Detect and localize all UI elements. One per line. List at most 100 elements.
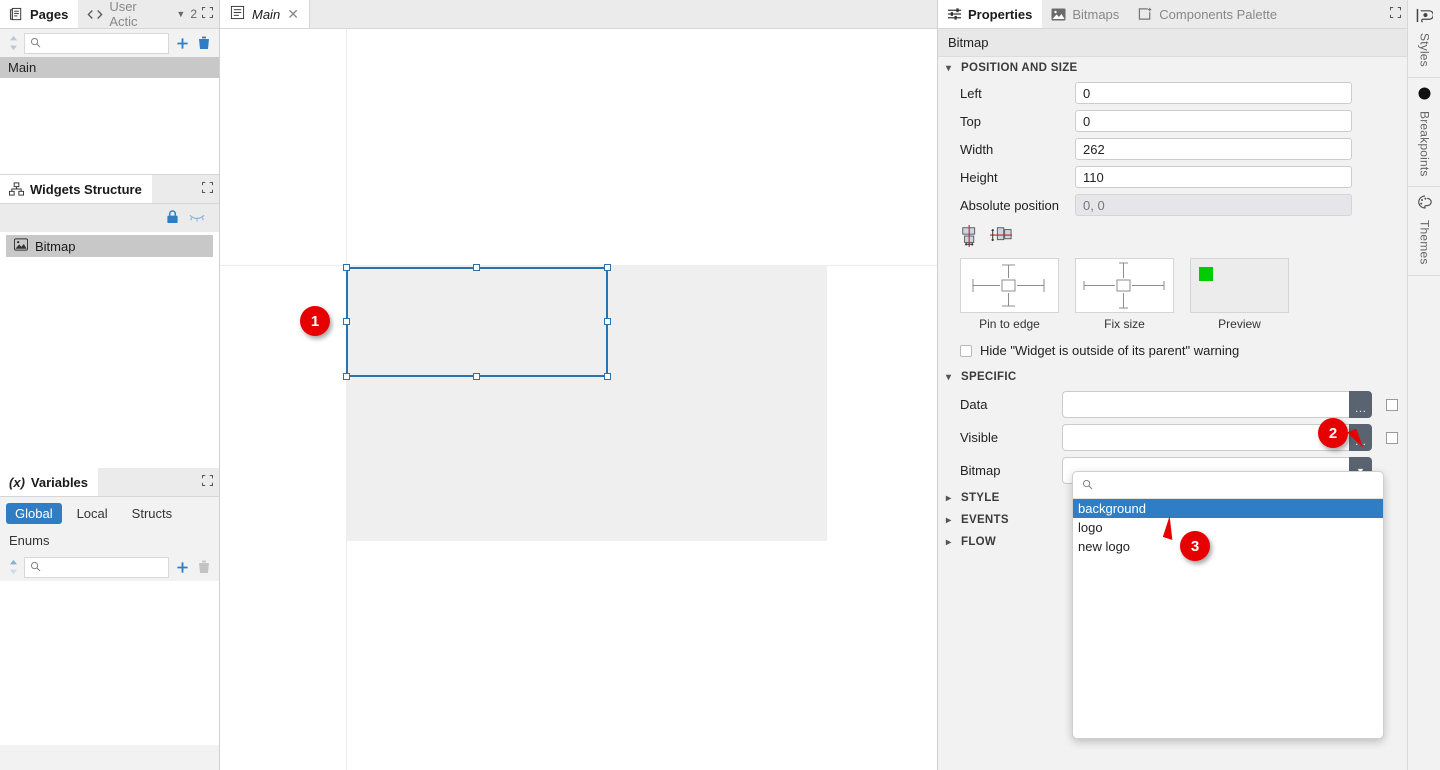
chevron-right-icon: ▸ [946,536,952,548]
data-field[interactable]: … [1062,391,1372,418]
add-page-button[interactable] [173,33,191,53]
tab-components-palette[interactable]: Components Palette [1129,0,1287,28]
dropdown-search-input[interactable] [1099,477,1374,493]
resize-handle-top-right[interactable] [604,264,611,271]
maximize-icon[interactable] [201,6,214,21]
data-ellipsis-button[interactable]: … [1349,391,1372,418]
fix-size-option[interactable]: Fix size [1075,258,1174,331]
eye-hidden-icon[interactable] [189,211,205,226]
widgets-tabbar-controls [201,175,219,203]
pages-search-box[interactable] [24,32,169,54]
vars-tab-local[interactable]: Local [68,503,117,524]
dropdown-search-row[interactable] [1073,472,1383,499]
maximize-icon[interactable] [201,474,214,489]
vars-tab-structs[interactable]: Structs [123,503,181,524]
tab-pages[interactable]: Pages [0,0,79,28]
property-label: Absolute position [960,197,1060,213]
width-field[interactable]: 262 [1075,138,1352,160]
vtab-styles[interactable]: Styles [1408,0,1440,78]
align-vertical-center-icon[interactable] [990,225,1012,250]
resize-handle-top-center[interactable] [473,264,480,271]
pin-to-edge-option[interactable]: Pin to edge [960,258,1059,331]
right-tabbar-controls [1389,0,1407,28]
caret-down-icon[interactable]: ▼ [176,9,185,19]
vtab-breakpoints[interactable]: Breakpoints [1408,77,1440,188]
hide-warning-checkbox[interactable] [960,344,972,357]
close-icon[interactable]: ✕ [287,6,299,23]
left-field[interactable]: 0 [1075,82,1352,104]
property-row-data: Data … [938,388,1407,421]
delete-variable-button[interactable] [195,557,213,577]
pages-search-input[interactable] [46,35,163,51]
variables-search-box[interactable] [24,556,169,578]
design-canvas[interactable] [220,29,937,770]
bitmap-dropdown-popup[interactable]: background logo new logo [1072,471,1384,739]
tab-properties[interactable]: Properties [938,0,1043,28]
height-field-value: 110 [1083,169,1104,185]
property-row-height: Height 110 [938,163,1407,191]
widgets-structure-tree[interactable]: Bitmap [0,232,219,263]
document-tab-label: Main [252,6,281,22]
tab-variables[interactable]: (x) Variables [0,468,99,496]
resize-handle-top-left[interactable] [343,264,350,271]
vars-tab-global[interactable]: Global [6,503,62,524]
group-specific[interactable]: ▾ SPECIFIC [938,366,1407,388]
hide-warning-row[interactable]: Hide "Widget is outside of its parent" w… [938,331,1407,358]
variables-search-input[interactable] [46,559,163,575]
delete-page-button[interactable] [195,33,213,53]
sort-up-icon[interactable] [6,559,20,575]
top-field[interactable]: 0 [1075,110,1352,132]
property-row-width: Width 262 [938,135,1407,163]
preview-swatch [1199,267,1213,281]
callout-badge-2: 2 [1318,418,1364,452]
canvas-selected-widget-bitmap[interactable] [343,264,611,380]
preview-option[interactable]: Preview [1190,258,1289,331]
data-checkbox[interactable] [1386,398,1398,411]
palette-icon [1417,195,1433,213]
maximize-icon[interactable] [201,181,214,196]
pin-to-edge-caption: Pin to edge [979,317,1040,331]
pages-list[interactable]: Main [0,57,219,175]
pages-icon [9,7,24,22]
dropdown-option-background[interactable]: background [1073,499,1383,518]
tab-bitmaps[interactable]: Bitmaps [1042,0,1129,28]
height-field[interactable]: 110 [1075,166,1352,188]
group-position-and-size[interactable]: ▾ POSITION AND SIZE [938,57,1407,79]
data-input[interactable] [1062,391,1349,418]
align-horizontal-center-icon[interactable] [960,225,982,250]
tab-properties-label: Properties [968,6,1033,22]
preview-box[interactable] [1190,258,1289,313]
property-label: Width [960,141,994,157]
code-icon [87,8,103,21]
maximize-icon[interactable] [1389,6,1402,21]
image-icon [1051,8,1066,21]
tab-widgets-structure[interactable]: Widgets Structure [0,175,152,203]
tree-item-bitmap[interactable]: Bitmap [6,235,213,257]
callout-badge-3: 3 [1162,515,1210,561]
width-field-value: 262 [1083,141,1105,157]
add-variable-button[interactable] [173,557,191,577]
fix-size-box[interactable] [1075,258,1174,313]
dropdown-option-new-logo[interactable]: new logo [1073,537,1383,556]
page-name: Main [8,60,37,75]
pin-to-edge-box[interactable] [960,258,1059,313]
resize-handle-middle-right[interactable] [604,318,611,325]
chevron-down-icon: ▾ [946,371,952,383]
resize-handle-bottom-right[interactable] [604,373,611,380]
lock-icon[interactable] [166,209,179,227]
document-tab-main[interactable]: Main ✕ [220,0,310,28]
resize-handle-bottom-left[interactable] [343,373,350,380]
list-item[interactable]: Main [0,57,219,78]
visible-checkbox[interactable] [1386,431,1398,444]
tab-user-actions[interactable]: User Actic [78,0,176,29]
search-icon [30,560,41,575]
layout-option-boxes: Pin to edge Fix size Preview [938,254,1407,331]
resize-handle-middle-left[interactable] [343,318,350,325]
vars-tab-enums[interactable]: Enums [6,530,213,551]
resize-handle-bottom-center[interactable] [473,373,480,380]
sort-updown-icon[interactable] [6,35,20,51]
property-label: Visible [960,430,999,445]
visible-input[interactable] [1062,424,1349,451]
vtab-themes[interactable]: Themes [1408,187,1440,277]
dropdown-option-logo[interactable]: logo [1073,518,1383,537]
